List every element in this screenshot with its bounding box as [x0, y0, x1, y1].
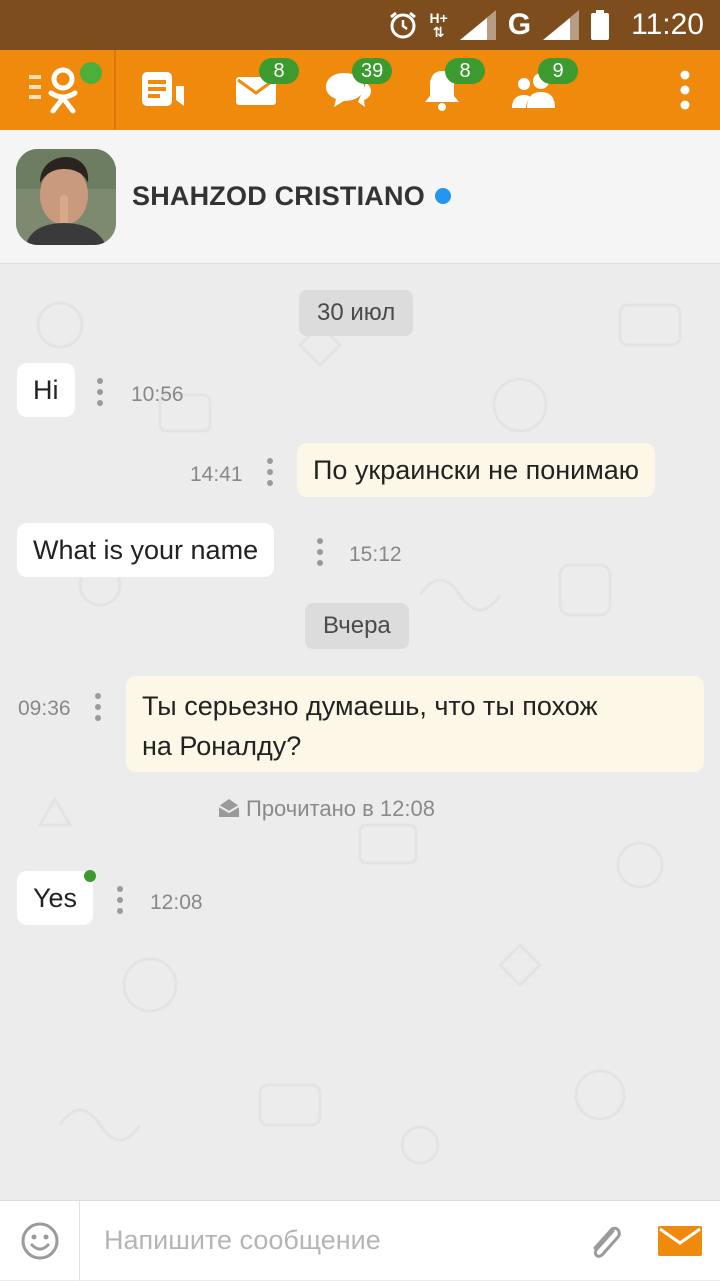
network-hplus-indicator: H+ ⇅: [429, 10, 448, 40]
message-bubble-outgoing[interactable]: По украински не понимаю: [297, 443, 656, 497]
message-composer: [0, 1200, 720, 1281]
message-time: 15:12: [349, 543, 402, 566]
message-time: 10:56: [131, 383, 184, 406]
read-receipt: Прочитано в 12:08: [218, 796, 435, 822]
attach-button[interactable]: [570, 1201, 640, 1281]
friends-badge: 9: [538, 58, 578, 84]
notifications-button[interactable]: 8: [395, 50, 488, 130]
network-type: G: [507, 8, 532, 41]
message-bubble-incoming[interactable]: What is your name: [17, 523, 275, 577]
chat-messages[interactable]: 30 июл Hi 10:56 14:41 По украински не по…: [0, 265, 720, 1200]
feed-icon: [141, 72, 184, 106]
more-options-button[interactable]: [680, 70, 690, 115]
message-time: 14:41: [190, 463, 243, 486]
menu-logo-button[interactable]: [0, 50, 116, 130]
date-separator: 30 июл: [299, 290, 414, 336]
message-text: Hi: [33, 375, 59, 405]
smiley-icon: [21, 1222, 58, 1259]
ok-logo-icon: [29, 67, 78, 114]
chat-header: SHAHZOD CRISTIANO: [0, 130, 720, 264]
message-text-line: Ты серьезно думаешь, что ты похож: [142, 691, 598, 721]
delivered-indicator: [84, 870, 96, 882]
read-receipt-text: Прочитано в 12:08: [246, 796, 435, 821]
feed-button[interactable]: [116, 50, 209, 130]
signal-icon: [543, 10, 580, 40]
message-options-button[interactable]: [95, 693, 101, 726]
date-separator: Вчера: [305, 603, 409, 649]
message-text: What is your name: [33, 535, 259, 565]
contact-name-text: SHAHZOD CRISTIANO: [132, 181, 425, 211]
message-bubble-incoming[interactable]: Hi: [17, 363, 75, 417]
envelope-send-icon: [658, 1225, 702, 1256]
messages-button[interactable]: 8: [209, 50, 302, 130]
top-toolbar: 8 39 8 9: [0, 50, 720, 130]
contact-name[interactable]: SHAHZOD CRISTIANO: [132, 181, 451, 212]
messages-badge: 8: [259, 58, 299, 84]
discussions-badge: 39: [352, 58, 393, 84]
discussions-button[interactable]: 39: [302, 50, 395, 130]
more-vertical-icon: [680, 70, 690, 110]
message-time: 09:36: [18, 697, 71, 720]
avatar[interactable]: [16, 148, 116, 245]
paperclip-icon: [593, 1226, 621, 1258]
date-separator-label: 30 июл: [317, 299, 396, 326]
date-separator-label: Вчера: [323, 612, 391, 639]
signal-icon: [459, 10, 496, 40]
clock: 11:20: [631, 8, 704, 41]
message-bubble-incoming[interactable]: Yes: [17, 871, 94, 925]
alarm-icon: [389, 11, 416, 39]
message-bubble-outgoing[interactable]: Ты серьезно думаешь, что ты похож на Рон…: [126, 676, 704, 772]
status-bar: H+ ⇅ G 11:20: [0, 0, 720, 50]
friends-button[interactable]: 9: [488, 50, 581, 130]
online-status-dot: [80, 62, 102, 84]
message-options-button[interactable]: [317, 538, 323, 571]
send-button[interactable]: [640, 1201, 720, 1281]
notifications-badge: 8: [445, 58, 485, 84]
message-text: По украински не понимаю: [313, 455, 640, 485]
message-options-button[interactable]: [267, 458, 273, 491]
message-input[interactable]: [80, 1210, 570, 1271]
online-indicator: [434, 187, 451, 204]
battery-icon: [591, 10, 610, 40]
message-time: 12:08: [150, 891, 203, 914]
open-envelope-icon: [218, 799, 240, 817]
message-options-button[interactable]: [97, 378, 103, 411]
avatar-photo: [16, 148, 116, 245]
message-text: Yes: [33, 883, 78, 913]
message-options-button[interactable]: [117, 886, 123, 919]
status-icons: H+ ⇅ G 11:20: [388, 8, 704, 42]
message-text-line: на Роналду?: [142, 731, 302, 761]
emoji-button[interactable]: [0, 1200, 80, 1281]
